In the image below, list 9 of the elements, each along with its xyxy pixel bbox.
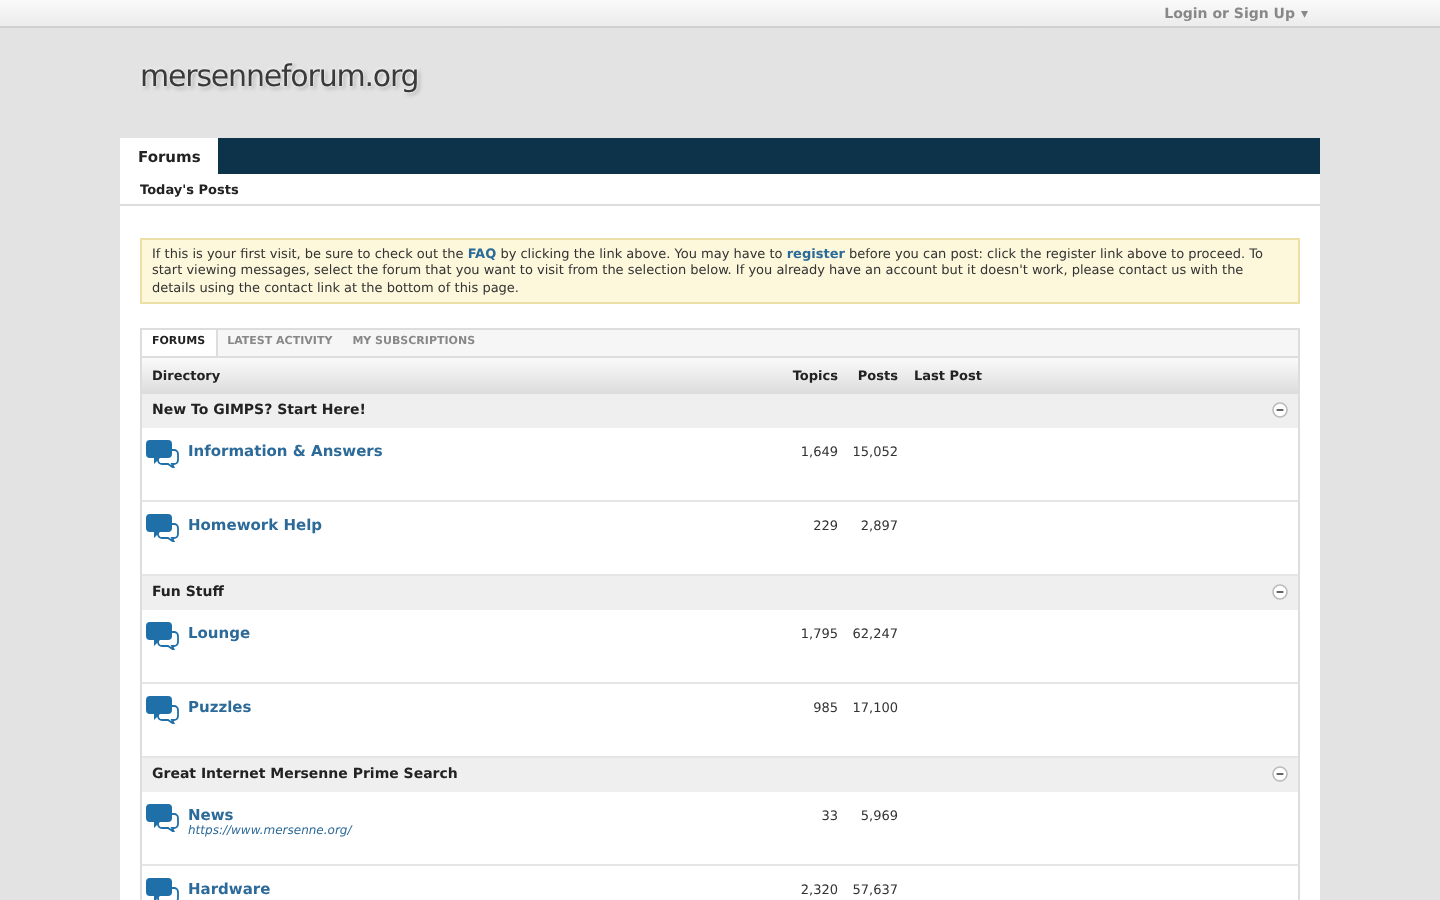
speech-bubbles-icon xyxy=(146,693,180,724)
collapse-icon[interactable] xyxy=(1272,766,1288,783)
speech-bubbles-icon xyxy=(146,801,180,832)
collapse-icon[interactable] xyxy=(1272,402,1288,419)
collapse-icon[interactable] xyxy=(1272,584,1288,601)
site-logo[interactable]: mersenneforum.org xyxy=(140,58,419,138)
speech-bubbles-icon xyxy=(146,511,180,542)
speech-bubbles-icon xyxy=(146,437,180,468)
speech-bubbles-icon xyxy=(146,619,180,650)
